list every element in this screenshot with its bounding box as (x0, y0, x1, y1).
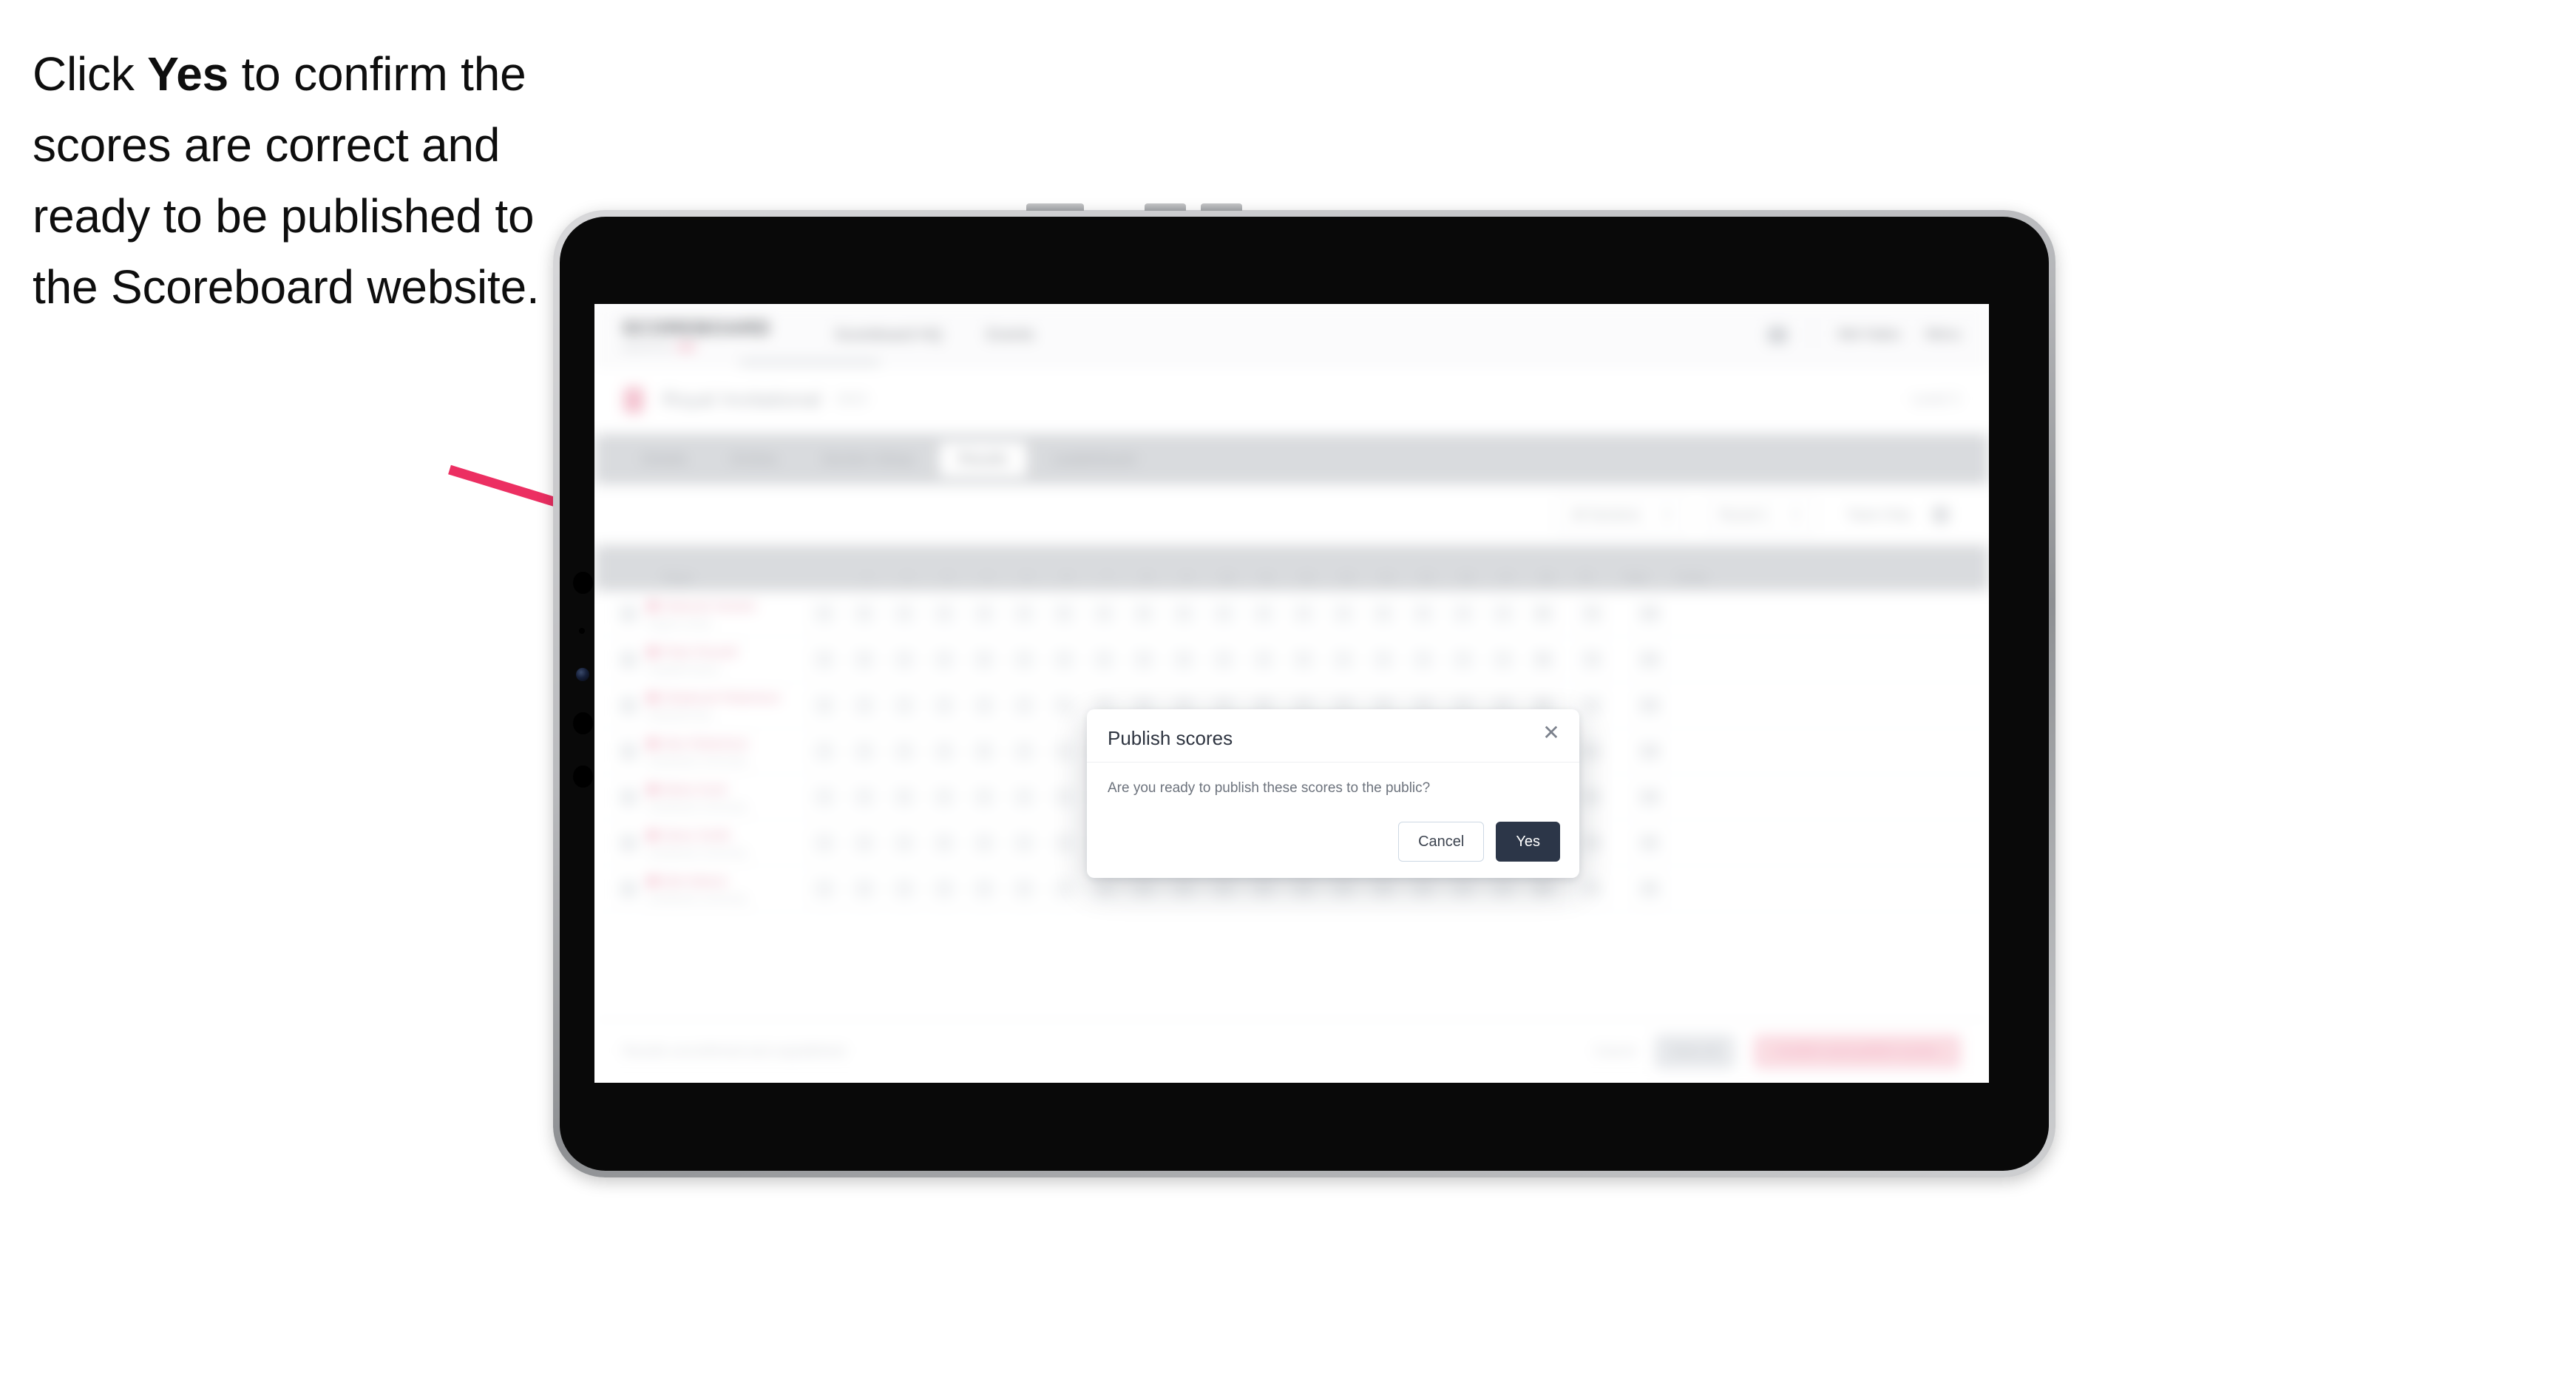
volume-down-button[interactable] (1201, 203, 1242, 211)
speaker-dot-top (573, 572, 593, 594)
speaker-dot-bottom (573, 765, 593, 788)
dialog-message: Are you ready to publish these scores to… (1108, 780, 1431, 796)
close-icon[interactable]: ✕ (1539, 721, 1563, 745)
yes-button[interactable]: Yes (1496, 822, 1560, 862)
microphone-dot (579, 628, 585, 634)
tablet-screen: SCOREBOARD powered by Scoreboard HQ Even… (594, 304, 1989, 1083)
tablet-device: SCOREBOARD powered by Scoreboard HQ Even… (553, 203, 2055, 1177)
dialog-actions: Cancel Yes (1398, 822, 1560, 862)
power-button[interactable] (1026, 203, 1084, 211)
caption-emphasis: Yes (147, 47, 228, 101)
caption-before: Click (33, 47, 148, 101)
instruction-caption: Click Yes to confirm the scores are corr… (33, 38, 565, 322)
volume-up-button[interactable] (1145, 203, 1186, 211)
dialog-title: Publish scores (1108, 727, 1233, 749)
modal-layer: Publish scores ✕ Are you ready to publis… (594, 304, 1989, 1083)
camera-lens (576, 668, 589, 681)
speaker-dot-mid (573, 712, 593, 734)
dialog-header: Publish scores ✕ (1087, 709, 1579, 763)
cancel-button[interactable]: Cancel (1398, 822, 1485, 862)
publish-scores-dialog: Publish scores ✕ Are you ready to publis… (1087, 709, 1579, 878)
